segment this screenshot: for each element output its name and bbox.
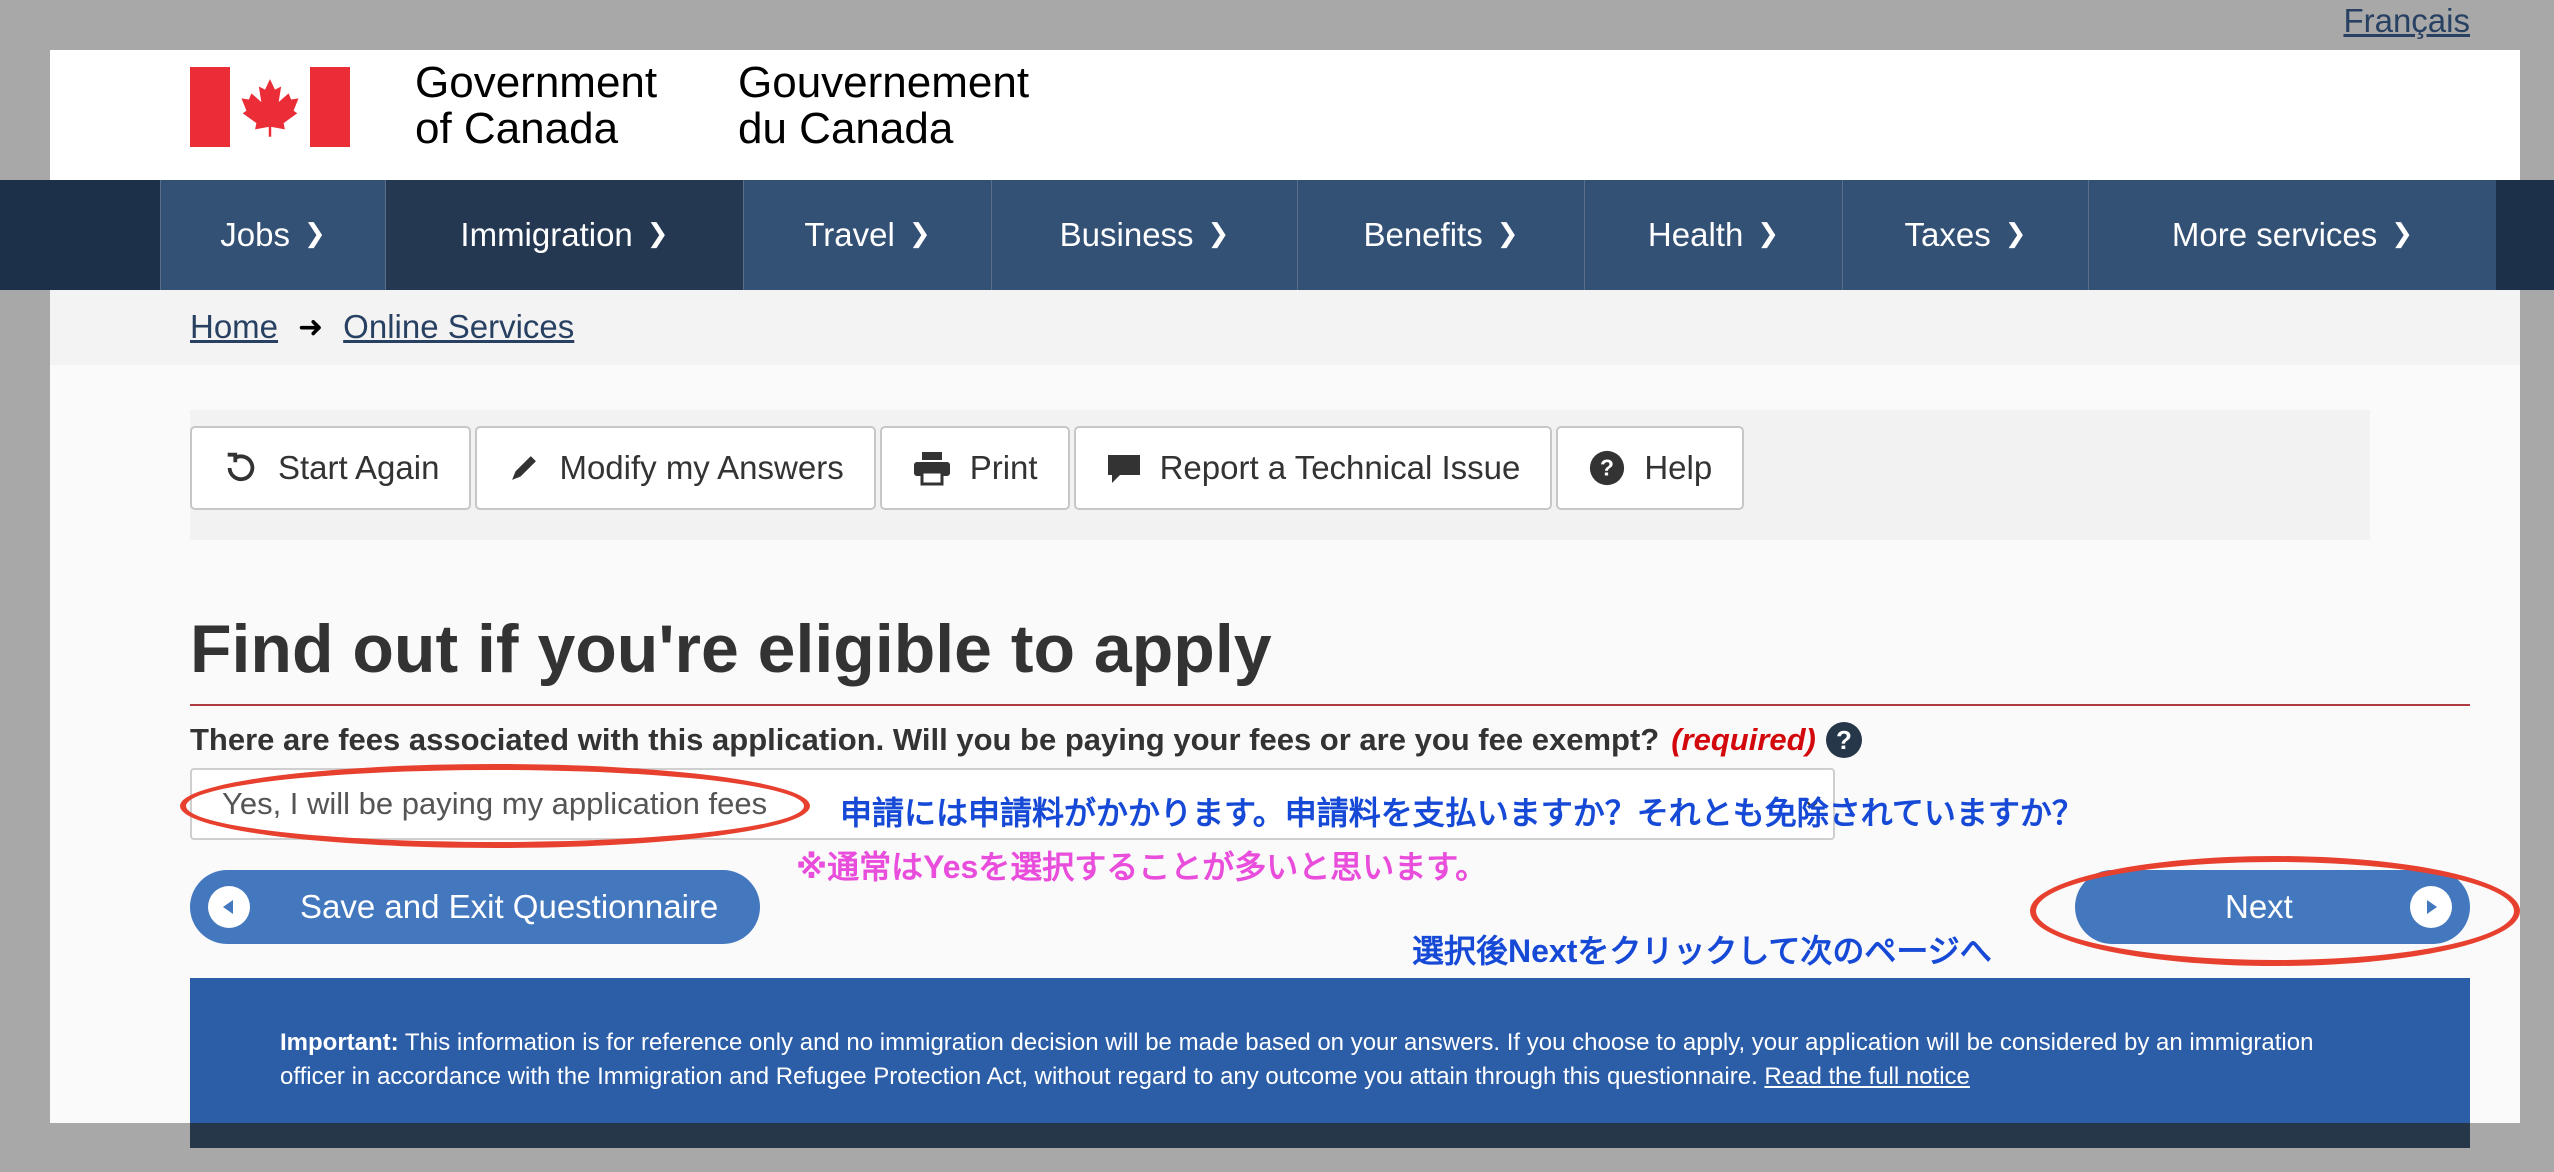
annotation-translation: 申請には申請料がかかります。申請料を支払いますか？それとも免除されていますか？	[840, 795, 2084, 831]
report-issue-label: Report a Technical Issue	[1159, 449, 1521, 486]
signature-en-line-2: of Canada	[415, 104, 619, 153]
chevron-down-icon: ❯	[1757, 217, 1780, 248]
important-notice: Important: This information is for refer…	[190, 978, 2470, 1123]
toolbar-panel: Start Again Modify my Answers Print Repo…	[190, 410, 2370, 540]
annotation-circle-select	[180, 764, 810, 848]
chevron-down-icon: ❯	[2391, 217, 2414, 248]
notice-text: This information is for reference only a…	[280, 1029, 2314, 1090]
canada-flag-logo[interactable]	[190, 67, 350, 147]
nav-label-health: Health	[1647, 216, 1744, 253]
flag-red-bar-right	[310, 67, 350, 147]
signature-french: Gouvernement du Canada	[738, 60, 1029, 152]
page-title: Find out if you're eligible to apply	[190, 611, 1272, 687]
print-label: Print	[969, 449, 1038, 486]
notice-footer-strip	[190, 1123, 2470, 1148]
nav-item-travel[interactable]: Travel ❯	[743, 180, 991, 290]
question-circle-icon: ?	[1590, 450, 1625, 486]
question-help-icon[interactable]: ?	[1825, 722, 1862, 758]
site-header: Government of Canada Gouvernement du Can…	[50, 50, 2520, 180]
nav-item-immigration[interactable]: Immigration ❯	[385, 180, 743, 290]
flag-red-bar-left	[190, 67, 230, 147]
refresh-icon	[227, 452, 255, 482]
chevron-down-icon: ❯	[2004, 217, 2027, 248]
nav-label-taxes: Taxes	[1904, 216, 1991, 253]
arrow-right-icon: ➜	[298, 310, 324, 344]
chevron-down-icon: ❯	[1496, 217, 1519, 248]
signature-fr-line-1: Gouvernement	[738, 58, 1030, 107]
language-toggle-link[interactable]: Français	[2343, 2, 2470, 40]
arrow-left-circle-icon	[208, 886, 250, 928]
chevron-down-icon: ❯	[1207, 217, 1230, 248]
start-again-button[interactable]: Start Again	[190, 426, 472, 510]
main-navigation: Jobs ❯ Immigration ❯ Travel ❯ Business ❯ Ben…	[0, 180, 2554, 290]
chevron-down-icon: ❯	[646, 217, 669, 248]
comment-icon	[1107, 455, 1140, 483]
pencil-icon	[512, 456, 537, 480]
nav-item-health[interactable]: Health ❯	[1584, 180, 1842, 290]
save-exit-label: Save and Exit Questionnaire	[300, 888, 719, 925]
annotation-next-hint: 選択後Nextをクリックして次のページへ	[1412, 933, 1992, 969]
maple-leaf-icon	[230, 67, 310, 147]
start-again-label: Start Again	[278, 449, 440, 486]
nav-item-more-services[interactable]: More services ❯	[2088, 180, 2496, 290]
breadcrumb: Home ➜ Online Services	[50, 290, 2520, 365]
nav-label-business: Business	[1059, 216, 1194, 253]
nav-item-benefits[interactable]: Benefits ❯	[1297, 180, 1584, 290]
required-indicator: (required)	[1671, 722, 1816, 757]
save-exit-button[interactable]: Save and Exit Questionnaire	[190, 870, 760, 944]
modify-answers-label: Modify my Answers	[559, 449, 844, 486]
help-label: Help	[1644, 449, 1713, 486]
notice-label: Important:	[280, 1029, 399, 1056]
breadcrumb-online-services-link[interactable]: Online Services	[343, 308, 574, 346]
report-issue-button[interactable]: Report a Technical Issue	[1073, 426, 1553, 510]
nav-label-benefits: Benefits	[1363, 216, 1483, 253]
toolbar: Start Again Modify my Answers Print Repo…	[190, 426, 1748, 510]
chevron-down-icon: ❯	[303, 217, 326, 248]
nav-label-more-services: More services	[2171, 216, 2378, 253]
annotation-hint: ※通常はYesを選択することが多いと思います。	[796, 849, 1488, 885]
nav-label-immigration: Immigration	[460, 216, 633, 253]
signature-english: Government of Canada	[415, 60, 657, 152]
nav-menu: Jobs ❯ Immigration ❯ Travel ❯ Business ❯ Ben…	[160, 180, 2496, 290]
chevron-down-icon: ❯	[908, 217, 931, 248]
nav-item-jobs[interactable]: Jobs ❯	[160, 180, 385, 290]
read-full-notice-link[interactable]: Read the full notice	[1764, 1063, 1969, 1090]
signature-en-line-1: Government	[415, 58, 658, 107]
print-button[interactable]: Print	[879, 426, 1070, 510]
printer-icon	[913, 452, 950, 486]
fee-question-label: There are fees associated with this appl…	[190, 722, 1862, 758]
nav-label-travel: Travel	[804, 216, 895, 253]
title-underline	[190, 704, 2470, 706]
svg-text:?: ?	[1600, 455, 1614, 481]
nav-item-taxes[interactable]: Taxes ❯	[1842, 180, 2088, 290]
annotation-circle-next	[2030, 856, 2520, 966]
signature-fr-line-2: du Canada	[738, 104, 954, 153]
nav-label-jobs: Jobs	[220, 216, 290, 253]
help-button[interactable]: ? Help	[1556, 426, 1745, 510]
modify-answers-button[interactable]: Modify my Answers	[475, 426, 876, 510]
breadcrumb-trail: Home ➜ Online Services	[190, 308, 574, 346]
question-text: There are fees associated with this appl…	[190, 722, 1660, 757]
nav-item-business[interactable]: Business ❯	[991, 180, 1297, 290]
breadcrumb-home-link[interactable]: Home	[190, 308, 278, 346]
